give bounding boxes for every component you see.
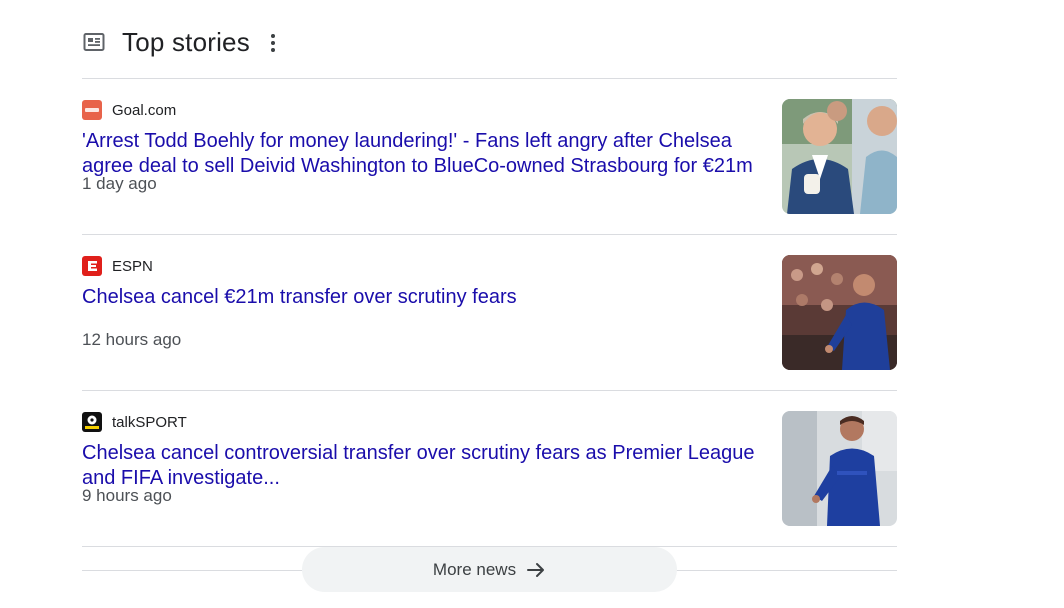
espn-logo-icon [82,256,102,276]
news-story[interactable]: Goal.com 'Arrest Todd Boehly for money l… [82,79,897,235]
goal-logo-icon [82,100,102,120]
story-thumbnail[interactable] [782,411,897,526]
top-stories-header: Top stories [82,0,897,79]
more-news-row: More news [82,547,897,607]
more-vert-icon[interactable] [266,31,280,55]
news-story[interactable]: ESPN Chelsea cancel €21m transfer over s… [82,235,897,391]
top-stories-section: Top stories Goal.com 'Arrest Todd Boehly… [82,0,897,607]
more-news-button[interactable]: More news [302,547,677,592]
story-headline-link[interactable]: Chelsea cancel controversial transfer ov… [82,441,772,491]
story-thumbnail[interactable] [782,255,897,370]
news-story[interactable]: talkSPORT Chelsea cancel controversial t… [82,391,897,547]
section-title: Top stories [122,26,250,57]
source-name: ESPN [112,257,153,275]
talksport-logo-icon [82,412,102,432]
story-source: Goal.com [82,100,176,120]
story-time: 12 hours ago [82,330,182,349]
story-source: talkSPORT [82,412,187,432]
story-time: 1 day ago [82,174,157,193]
source-name: Goal.com [112,101,177,119]
source-name: talkSPORT [112,413,187,431]
newspaper-icon [83,31,105,53]
story-time: 9 hours ago [82,486,172,505]
arrow-right-icon [526,560,546,580]
story-thumbnail[interactable] [782,99,897,214]
more-news-label: More news [432,559,517,579]
story-source: ESPN [82,256,153,276]
story-headline-link[interactable]: 'Arrest Todd Boehly for money laundering… [82,129,772,179]
story-headline-link[interactable]: Chelsea cancel €21m transfer over scruti… [82,285,772,310]
